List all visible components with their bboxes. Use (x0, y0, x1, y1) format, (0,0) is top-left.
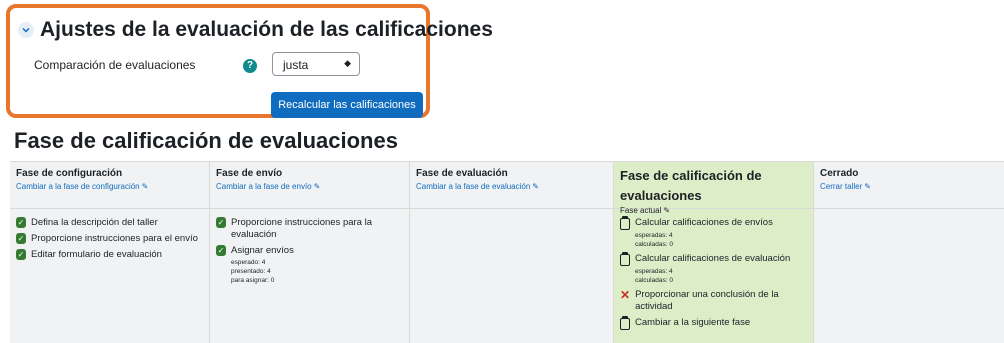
task-detail: esperadas: 4 (635, 268, 673, 275)
cross-icon: ✕ (620, 288, 631, 302)
phase-name: Fase de evaluación (416, 168, 508, 179)
comparison-select[interactable]: justa ◆ (272, 52, 360, 76)
check-icon: ✓ (16, 217, 26, 228)
task-item[interactable]: ✓ Proporcione instrucciones para el envío (16, 233, 203, 245)
settings-title: Ajustes de la evaluación de las califica… (40, 18, 493, 41)
task-item[interactable]: ✕ Proporcionar una conclusión de la activ… (620, 289, 807, 313)
pencil-icon: ✎ (532, 182, 539, 191)
check-icon: ✓ (216, 217, 226, 228)
pencil-icon: ✎ (663, 206, 671, 215)
task-item[interactable]: Calcular calificaciones de evaluación (620, 252, 807, 266)
switch-phase-link[interactable]: Cambiar a la fase de configuración ✎ (16, 182, 203, 191)
check-icon: ✓ (216, 245, 226, 256)
chevron-down-icon[interactable] (18, 22, 34, 38)
task-item[interactable]: ✓ Asignar envíos (216, 245, 403, 257)
clipboard-icon (620, 252, 630, 266)
task-detail: esperado: 4 (231, 259, 266, 266)
phase-submission: Fase de envío Cambiar a la fase de envío… (210, 162, 410, 343)
task-item[interactable]: ✓ Defina la descripción del taller (16, 217, 203, 229)
task-detail: presentado: 4 (231, 268, 271, 275)
phases-table: Fase de configuración Cambiar a la fase … (10, 161, 1004, 343)
task-item[interactable]: Cambiar a la siguiente fase (620, 316, 807, 330)
comparison-label: Comparación de evaluaciones (34, 58, 196, 72)
grading-settings-panel: Ajustes de la evaluación de las califica… (6, 4, 493, 118)
task-detail: calculadas: 0 (635, 241, 673, 248)
clipboard-icon (620, 216, 630, 230)
task-detail: calculadas: 0 (635, 277, 673, 284)
phase-assessment: Fase de evaluación Cambiar a la fase de … (410, 162, 614, 343)
phase-setup: Fase de configuración Cambiar a la fase … (10, 162, 210, 343)
task-detail: esperadas: 4 (635, 232, 673, 239)
help-icon[interactable]: ? (243, 59, 257, 73)
switch-phase-link[interactable]: Cerrar taller ✎ (820, 182, 998, 191)
pencil-icon: ✎ (313, 182, 321, 191)
phase-name: Fase de envío (216, 168, 283, 179)
phase-name: Cerrado (820, 168, 859, 179)
task-item[interactable]: Calcular calificaciones de envíos (620, 216, 807, 230)
phase-name: Fase de calificación de evaluaciones (620, 168, 762, 203)
switch-phase-link[interactable]: Cambiar a la fase de envío ✎ (216, 182, 403, 191)
check-icon: ✓ (16, 233, 26, 244)
page-title: Fase de calificación de evaluaciones (14, 128, 398, 153)
pencil-icon: ✎ (864, 182, 871, 191)
phase-closed: Cerrado Cerrar taller ✎ (814, 162, 1004, 343)
task-item[interactable]: ✓ Proporcione instrucciones para la evalu… (216, 217, 403, 241)
phase-name: Fase de configuración (16, 168, 123, 179)
select-caret-icon: ◆ (344, 58, 351, 68)
task-item[interactable]: ✓ Editar formulario de evaluación (16, 249, 203, 261)
pencil-icon: ✎ (141, 182, 149, 191)
comparison-selected-value: justa (283, 58, 309, 72)
switch-phase-link[interactable]: Cambiar a la fase de evaluación ✎ (416, 182, 607, 191)
settings-header[interactable]: Ajustes de la evaluación de las califica… (18, 18, 493, 42)
phase-grading-evaluation: Fase de calificación de evaluaciones Fas… (614, 162, 814, 343)
check-icon: ✓ (16, 249, 26, 260)
clipboard-icon (620, 316, 630, 330)
task-detail: para asignar: 0 (231, 277, 275, 284)
recalculate-grades-button[interactable]: Recalcular las calificaciones (271, 92, 423, 118)
